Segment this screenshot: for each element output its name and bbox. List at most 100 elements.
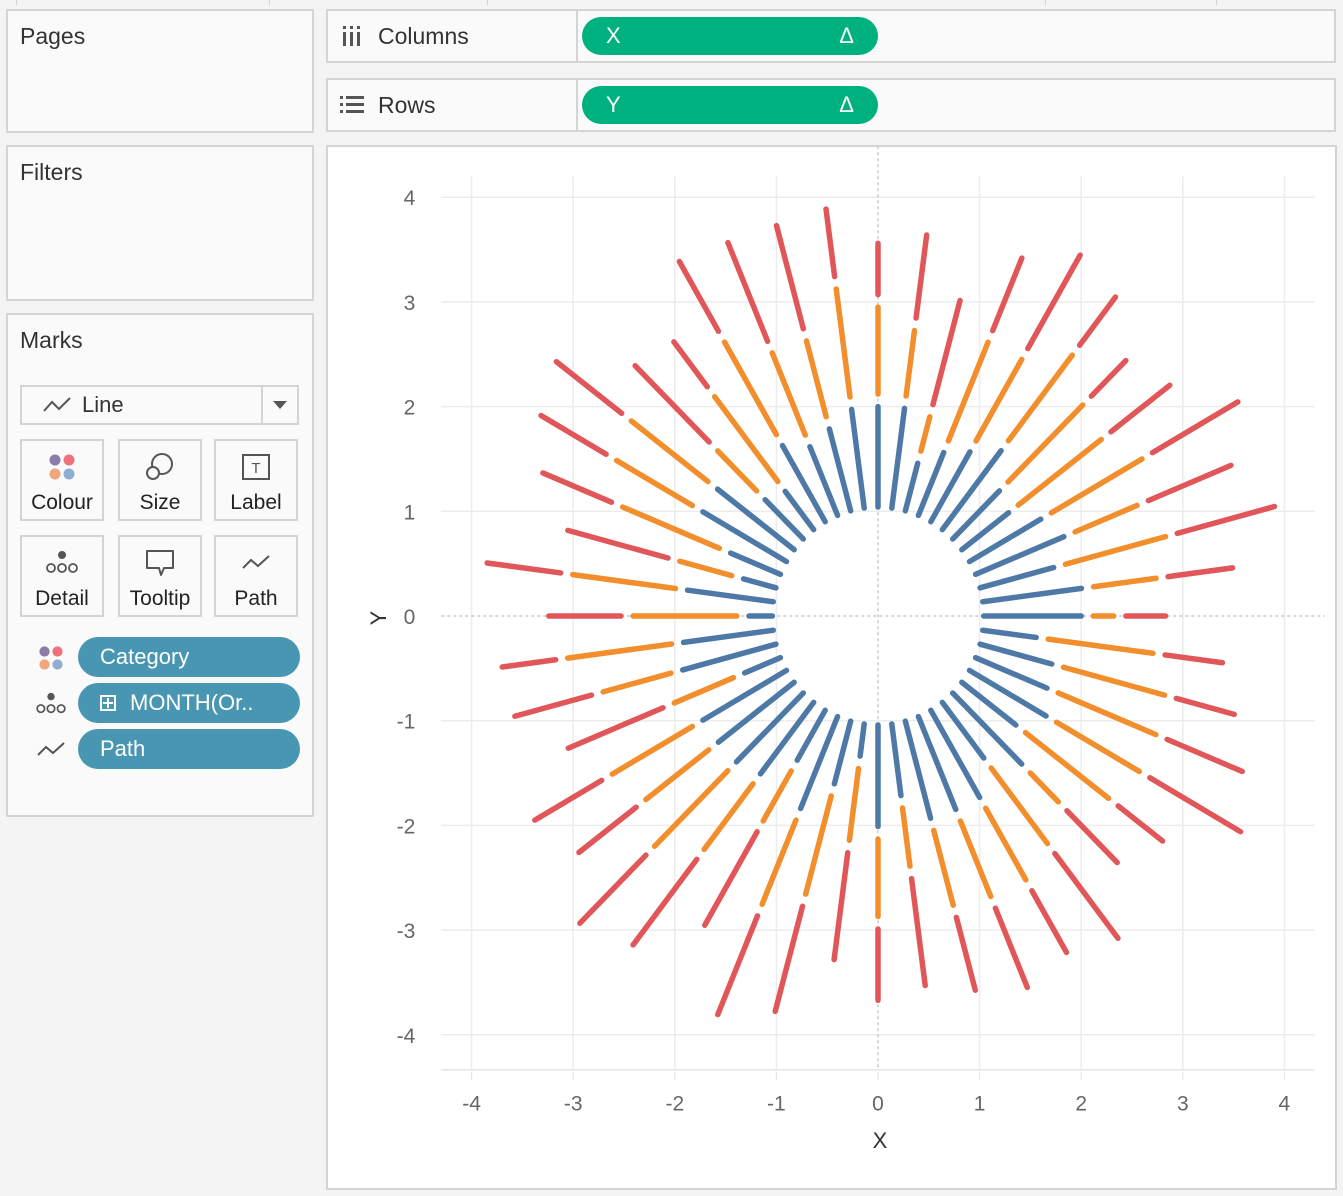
spoke-segment-blue[interactable] [980, 627, 1039, 641]
columns-shelf[interactable]: Columns X Δ [326, 9, 1336, 63]
spoke-segment-red[interactable] [1052, 850, 1121, 942]
spoke-segment-orange[interactable] [1015, 436, 1105, 508]
spoke-segment-orange[interactable] [711, 393, 781, 485]
spoke-segment-orange[interactable] [1045, 636, 1156, 657]
spoke-segment-blue[interactable] [949, 488, 1003, 542]
spoke-segment-orange[interactable] [918, 414, 933, 454]
spoke-segment-red[interactable] [908, 875, 928, 989]
spoke-segment-blue[interactable] [741, 654, 784, 676]
spoke-segment-red[interactable] [676, 258, 722, 335]
path-pill[interactable]: Path [78, 729, 300, 769]
category-pill[interactable]: Category [78, 637, 300, 677]
spoke-segment-orange[interactable] [643, 747, 712, 803]
spoke-segment-red[interactable] [576, 804, 639, 856]
spoke-segment-red[interactable] [565, 527, 671, 561]
spoke-segment-red[interactable] [930, 297, 963, 408]
spoke-segment-blue[interactable] [684, 587, 776, 605]
spoke-segment-blue[interactable] [889, 721, 904, 799]
size-button[interactable]: Size [118, 439, 202, 521]
spoke-segment-orange[interactable] [930, 827, 956, 908]
spoke-segment-orange[interactable] [982, 805, 1029, 883]
spoke-segment-blue[interactable] [939, 699, 987, 761]
spoke-segment-orange[interactable] [759, 817, 799, 908]
x-pill[interactable]: X Δ [582, 17, 878, 55]
spoke-segment-red[interactable] [540, 470, 615, 505]
spoke-segment-red[interactable] [773, 222, 807, 332]
spoke-segment-red[interactable] [671, 339, 711, 390]
spoke-segment-blue[interactable] [848, 406, 867, 511]
spoke-segment-red[interactable] [553, 358, 625, 417]
spoke-segment-red[interactable] [1064, 807, 1120, 866]
spoke-segment-orange[interactable] [1027, 770, 1062, 805]
mark-type-dropdown-button[interactable] [261, 387, 297, 423]
spoke-segment-orange[interactable] [600, 670, 674, 695]
spoke-segment-orange[interactable] [1055, 690, 1159, 738]
spoke-segment-orange[interactable] [609, 723, 696, 777]
detail-button[interactable]: Detail [20, 535, 104, 617]
spoke-segment-blue[interactable] [857, 721, 867, 759]
month-pill[interactable]: MONTH(Or.. [78, 683, 300, 723]
spoke-segment-red[interactable] [1076, 294, 1119, 348]
path-button[interactable]: Path [214, 535, 298, 617]
pages-card[interactable]: Pages [6, 9, 314, 133]
spoke-segment-blue[interactable] [680, 627, 776, 646]
spoke-segment-orange[interactable] [846, 765, 862, 843]
spoke-segment-blue[interactable] [977, 641, 1055, 667]
spoke-segment-orange[interactable] [1060, 664, 1168, 698]
colour-button[interactable]: Colour [20, 439, 104, 521]
spoke-segment-red[interactable] [1088, 357, 1129, 399]
spoke-segment-red[interactable] [565, 705, 666, 751]
spoke-segment-orange[interactable] [769, 350, 809, 438]
spoke-segment-red[interactable] [1029, 887, 1070, 956]
label-button[interactable]: T Label [214, 439, 298, 521]
spoke-segment-orange[interactable] [957, 818, 994, 900]
spoke-segment-red[interactable] [1174, 503, 1278, 537]
spoke-segment-orange[interactable] [677, 558, 735, 579]
rows-shelf[interactable]: Rows Y Δ [326, 78, 1336, 132]
spoke-segment-red[interactable] [992, 905, 1031, 991]
spoke-segment-red[interactable] [823, 206, 838, 280]
spoke-segment-red[interactable] [831, 849, 851, 963]
spoke-segment-red[interactable] [1145, 462, 1234, 504]
spoke-segment-orange[interactable] [613, 457, 696, 509]
spoke-segment-orange[interactable] [564, 641, 675, 661]
spoke-segment-red[interactable] [1162, 652, 1226, 666]
spoke-segment-orange[interactable] [760, 768, 794, 824]
spoke-segment-orange[interactable] [899, 805, 913, 869]
spoke-segment-red[interactable] [772, 903, 806, 1015]
spoke-segment-blue[interactable] [831, 718, 854, 787]
spoke-segment-orange[interactable] [701, 781, 756, 853]
spoke-segment-orange[interactable] [1005, 402, 1086, 485]
spoke-segment-orange[interactable] [1090, 575, 1159, 590]
y-pill[interactable]: Y Δ [582, 86, 878, 124]
spoke-segment-red[interactable] [1165, 565, 1236, 580]
spoke-segment-red[interactable] [1147, 775, 1244, 835]
spoke-segment-blue[interactable] [980, 585, 1085, 605]
spoke-segment-blue[interactable] [959, 679, 1019, 728]
spoke-segment-red[interactable] [725, 239, 771, 345]
spoke-segment-orange[interactable] [1022, 729, 1112, 802]
tooltip-button[interactable]: Tooltip [118, 535, 202, 617]
spoke-segment-blue[interactable] [740, 576, 779, 591]
spoke-segment-red[interactable] [989, 255, 1025, 334]
spoke-segment-blue[interactable] [902, 460, 921, 514]
spoke-segment-orange[interactable] [833, 286, 853, 400]
spoke-segment-red[interactable] [532, 777, 605, 823]
spoke-segment-orange[interactable] [1072, 502, 1140, 535]
spoke-segment-orange[interactable] [802, 793, 834, 897]
spoke-segment-red[interactable] [702, 829, 760, 928]
spoke-segment-red[interactable] [1149, 399, 1241, 456]
spoke-segment-red[interactable] [1173, 695, 1237, 718]
spoke-segment-red[interactable] [913, 232, 930, 321]
spoke-segment-blue[interactable] [966, 667, 1049, 719]
spoke-segment-blue[interactable] [889, 405, 908, 511]
filters-card[interactable]: Filters [6, 145, 314, 301]
spoke-segment-red[interactable] [1164, 736, 1245, 775]
spoke-segment-red[interactable] [512, 692, 595, 720]
spoke-segment-blue[interactable] [779, 442, 828, 525]
mark-type-dropdown[interactable]: Line [20, 385, 299, 425]
spoke-segment-orange[interactable] [715, 448, 760, 494]
spoke-segment-orange[interactable] [903, 327, 918, 399]
spoke-segment-red[interactable] [484, 560, 564, 576]
spoke-segment-red[interactable] [1115, 803, 1166, 844]
